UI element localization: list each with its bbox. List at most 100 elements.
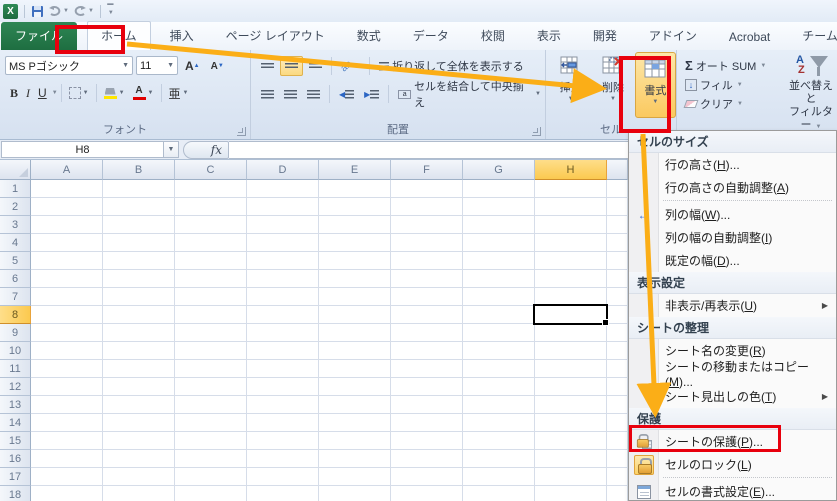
cell[interactable] bbox=[175, 396, 247, 414]
cell[interactable] bbox=[103, 342, 175, 360]
row-header-3[interactable]: 3 bbox=[0, 216, 31, 234]
cell[interactable] bbox=[31, 306, 103, 324]
cell[interactable] bbox=[319, 468, 391, 486]
row-header-7[interactable]: 7 bbox=[0, 288, 31, 306]
cell[interactable] bbox=[31, 252, 103, 270]
cell[interactable] bbox=[103, 468, 175, 486]
cell[interactable] bbox=[175, 414, 247, 432]
select-all-corner[interactable] bbox=[0, 160, 31, 180]
cell[interactable] bbox=[463, 216, 535, 234]
cell[interactable] bbox=[319, 306, 391, 324]
cell[interactable] bbox=[247, 252, 319, 270]
cell[interactable] bbox=[463, 468, 535, 486]
underline-dropdown-arrow[interactable]: ▼ bbox=[52, 90, 58, 96]
row-header-18[interactable]: 18 bbox=[0, 486, 31, 501]
fill-button[interactable]: ↓ フィル ▼ bbox=[685, 75, 766, 94]
sort-filter-button[interactable]: 並べ替えと フィルター ▼ bbox=[785, 80, 837, 134]
cell[interactable] bbox=[103, 306, 175, 324]
cell[interactable] bbox=[31, 396, 103, 414]
cell[interactable] bbox=[103, 396, 175, 414]
cell[interactable] bbox=[175, 378, 247, 396]
cell[interactable] bbox=[103, 486, 175, 501]
cell[interactable] bbox=[391, 432, 463, 450]
menu-item-move-copy-sheet[interactable]: シートの移動またはコピー(M)... bbox=[629, 360, 836, 389]
customize-qat-button[interactable]: ▔ ▼ bbox=[107, 5, 114, 17]
cell[interactable] bbox=[103, 270, 175, 288]
cell[interactable] bbox=[175, 288, 247, 306]
orientation-button[interactable]: ab ▼ bbox=[337, 56, 364, 76]
cell[interactable] bbox=[103, 432, 175, 450]
cell[interactable] bbox=[391, 270, 463, 288]
cell[interactable] bbox=[31, 414, 103, 432]
underline-button[interactable]: U bbox=[34, 83, 51, 103]
cell[interactable] bbox=[319, 378, 391, 396]
cell[interactable] bbox=[535, 396, 607, 414]
align-middle-button[interactable] bbox=[280, 56, 303, 76]
cell[interactable] bbox=[607, 252, 628, 270]
cell[interactable] bbox=[535, 252, 607, 270]
cell[interactable] bbox=[247, 396, 319, 414]
italic-button[interactable]: I bbox=[22, 83, 34, 103]
cell[interactable] bbox=[103, 360, 175, 378]
cell[interactable] bbox=[607, 180, 628, 198]
tab-formulas[interactable]: 数式 bbox=[344, 22, 394, 50]
cell[interactable] bbox=[175, 432, 247, 450]
cell[interactable] bbox=[319, 360, 391, 378]
column-header-H[interactable]: H bbox=[535, 160, 607, 180]
cell[interactable] bbox=[247, 378, 319, 396]
cell[interactable] bbox=[535, 216, 607, 234]
row-header-11[interactable]: 11 bbox=[0, 360, 31, 378]
cell[interactable] bbox=[103, 216, 175, 234]
cell[interactable] bbox=[607, 432, 628, 450]
cell[interactable] bbox=[391, 342, 463, 360]
cell[interactable] bbox=[607, 288, 628, 306]
cell[interactable] bbox=[535, 270, 607, 288]
cell[interactable] bbox=[31, 342, 103, 360]
cell[interactable] bbox=[31, 468, 103, 486]
tab-page-layout[interactable]: ページ レイアウト bbox=[213, 22, 338, 50]
column-header-B[interactable]: B bbox=[103, 160, 175, 180]
cell[interactable] bbox=[391, 414, 463, 432]
cell[interactable] bbox=[463, 396, 535, 414]
cell[interactable] bbox=[247, 324, 319, 342]
align-center-button[interactable] bbox=[280, 84, 301, 104]
row-header-1[interactable]: 1 bbox=[0, 180, 31, 198]
cell[interactable] bbox=[463, 234, 535, 252]
cell[interactable] bbox=[31, 360, 103, 378]
row-header-6[interactable]: 6 bbox=[0, 270, 31, 288]
save-button[interactable] bbox=[31, 5, 44, 18]
name-box[interactable]: H8 bbox=[1, 141, 164, 158]
column-header-E[interactable]: E bbox=[319, 160, 391, 180]
cell[interactable] bbox=[319, 270, 391, 288]
cell[interactable] bbox=[319, 198, 391, 216]
cell[interactable] bbox=[607, 414, 628, 432]
cell[interactable] bbox=[463, 288, 535, 306]
shrink-font-button[interactable]: A ▼ bbox=[207, 56, 228, 76]
cell[interactable] bbox=[463, 324, 535, 342]
cell[interactable] bbox=[247, 234, 319, 252]
cell[interactable] bbox=[535, 198, 607, 216]
cell[interactable] bbox=[391, 378, 463, 396]
row-header-13[interactable]: 13 bbox=[0, 396, 31, 414]
cell[interactable] bbox=[319, 324, 391, 342]
insert-function-button[interactable]: fx bbox=[183, 140, 229, 159]
menu-item-autofit-row-height[interactable]: 行の高さの自動調整(A) bbox=[629, 176, 836, 199]
bold-button[interactable]: B bbox=[6, 83, 22, 103]
align-bottom-button[interactable] bbox=[305, 56, 326, 76]
row-header-10[interactable]: 10 bbox=[0, 342, 31, 360]
cell[interactable] bbox=[319, 234, 391, 252]
cell[interactable] bbox=[31, 198, 103, 216]
cell[interactable] bbox=[391, 216, 463, 234]
cell[interactable] bbox=[175, 270, 247, 288]
cell[interactable] bbox=[175, 306, 247, 324]
cell[interactable] bbox=[463, 378, 535, 396]
cell[interactable] bbox=[607, 486, 628, 501]
menu-item-autofit-column-width[interactable]: 列の幅の自動調整(I) bbox=[629, 226, 836, 249]
cell[interactable] bbox=[175, 198, 247, 216]
cell[interactable] bbox=[175, 324, 247, 342]
cell[interactable] bbox=[535, 450, 607, 468]
merge-center-button[interactable]: a セルを結合して中央揃え ▼ bbox=[394, 81, 545, 109]
column-header-G[interactable]: G bbox=[463, 160, 535, 180]
fill-color-button[interactable]: ▼ bbox=[100, 83, 129, 103]
cell[interactable] bbox=[607, 450, 628, 468]
